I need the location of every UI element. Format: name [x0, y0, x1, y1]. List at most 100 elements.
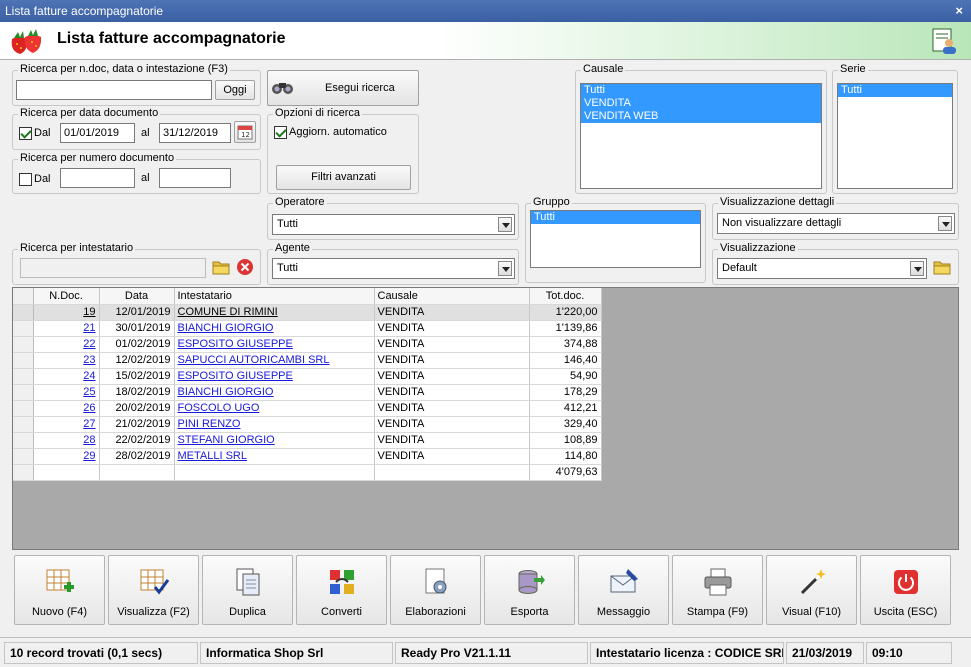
ndoc-link[interactable]: 22 — [83, 338, 95, 350]
cell-ndoc[interactable]: 27 — [33, 416, 100, 433]
toolbar-button[interactable]: Nuovo (F4) — [14, 555, 105, 625]
toolbar-button[interactable]: Esporta — [484, 555, 575, 625]
table-row[interactable]: 25 18/02/2019 BIANCHI GIORGIO VENDITA 178,29 — [13, 384, 602, 401]
intestatario-link[interactable]: ESPOSITO GIUSEPPE — [178, 338, 293, 350]
toolbar-button[interactable]: Messaggio — [578, 555, 669, 625]
table-row[interactable]: 21 30/01/2019 BIANCHI GIORGIO VENDITA 1'139,… — [13, 320, 602, 337]
chevron-down-icon[interactable] — [498, 261, 512, 276]
ndoc-link[interactable]: 29 — [83, 450, 95, 462]
close-icon[interactable]: × — [955, 0, 963, 22]
gruppo-listbox[interactable]: Tutti — [530, 210, 701, 268]
table-row[interactable]: 22 01/02/2019 ESPOSITO GIUSEPPE VENDITA 374,… — [13, 336, 602, 353]
ndoc-link[interactable]: 25 — [83, 386, 95, 398]
intestatario-link[interactable]: BIANCHI GIORGIO — [178, 322, 274, 334]
ndoc-link[interactable]: 23 — [83, 354, 95, 366]
column-header-data[interactable]: Data — [99, 288, 175, 305]
cell-intestatario[interactable]: SAPUCCI AUTORICAMBI SRL — [174, 352, 375, 369]
cell-intestatario[interactable]: BIANCHI GIORGIO — [174, 320, 375, 337]
causale-item[interactable]: VENDITA WEB — [581, 110, 821, 123]
column-header-intestatario[interactable]: Intestatario — [174, 288, 375, 305]
ndoc-link[interactable]: 21 — [83, 322, 95, 334]
folder-icon[interactable] — [932, 257, 952, 277]
ndoc-link[interactable]: 27 — [83, 418, 95, 430]
toolbar-button[interactable]: Elaborazioni — [390, 555, 481, 625]
row-header[interactable] — [13, 352, 34, 369]
intestatario-input[interactable] — [20, 258, 206, 278]
agente-select[interactable]: Tutti — [272, 258, 515, 279]
cell-intestatario[interactable]: COMUNE DI RIMINI — [174, 304, 375, 321]
causale-listbox[interactable]: Tutti VENDITA VENDITA WEB — [580, 83, 822, 189]
intestatario-link[interactable]: SAPUCCI AUTORICAMBI SRL — [178, 354, 330, 366]
cell-intestatario[interactable]: FOSCOLO UGO — [174, 400, 375, 417]
operatore-select[interactable]: Tutti — [272, 214, 515, 235]
column-header-ndoc[interactable]: N.Doc. — [33, 288, 100, 305]
table-row[interactable]: 28 22/02/2019 STEFANI GIORGIO VENDITA 108,89 — [13, 432, 602, 449]
number-from-checkbox[interactable] — [19, 173, 32, 186]
row-header[interactable] — [13, 304, 34, 321]
calendar-button[interactable]: 12 — [234, 121, 256, 143]
toolbar-button[interactable]: Converti — [296, 555, 387, 625]
dettagli-select[interactable]: Non visualizzare dettagli — [717, 213, 955, 234]
intestatario-link[interactable]: PINI RENZO — [178, 418, 241, 430]
ndoc-link[interactable]: 26 — [83, 402, 95, 414]
serie-listbox[interactable]: Tutti — [837, 83, 953, 189]
cell-ndoc[interactable]: 28 — [33, 432, 100, 449]
ndoc-link[interactable]: 19 — [83, 306, 95, 318]
toolbar-button[interactable]: Uscita (ESC) — [860, 555, 951, 625]
toolbar-button[interactable]: Visual (F10) — [766, 555, 857, 625]
row-header[interactable] — [13, 400, 34, 417]
cell-intestatario[interactable]: ESPOSITO GIUSEPPE — [174, 368, 375, 385]
row-header[interactable] — [13, 320, 34, 337]
clear-icon[interactable] — [235, 257, 255, 277]
date-from-checkbox[interactable] — [19, 127, 32, 140]
cell-ndoc[interactable]: 25 — [33, 384, 100, 401]
cell-ndoc[interactable]: 22 — [33, 336, 100, 353]
row-header[interactable] — [13, 432, 34, 449]
table-row[interactable]: 19 12/01/2019 COMUNE DI RIMINI VENDITA 1'220… — [13, 304, 602, 321]
cell-intestatario[interactable]: METALLI SRL — [174, 448, 375, 465]
number-from-input[interactable] — [60, 168, 135, 188]
toolbar-button[interactable]: Visualizza (F2) — [108, 555, 199, 625]
documents-grid[interactable]: N.Doc. Data Intestatario Causale Tot.doc… — [12, 287, 959, 550]
intestatario-link[interactable]: STEFANI GIORGIO — [178, 434, 275, 446]
intestatario-link[interactable]: COMUNE DI RIMINI — [178, 306, 278, 318]
ndoc-link[interactable]: 28 — [83, 434, 95, 446]
cell-ndoc[interactable]: 24 — [33, 368, 100, 385]
table-row[interactable]: 26 20/02/2019 FOSCOLO UGO VENDITA 412,21 — [13, 400, 602, 417]
causale-item[interactable]: Tutti — [581, 84, 821, 97]
visualizzazione-select[interactable]: Default — [717, 258, 927, 279]
ndoc-link[interactable]: 24 — [83, 370, 95, 382]
table-row[interactable]: 29 28/02/2019 METALLI SRL VENDITA 114,80 — [13, 448, 602, 465]
intestatario-link[interactable]: FOSCOLO UGO — [178, 402, 260, 414]
chevron-down-icon[interactable] — [938, 216, 952, 231]
column-header-totale[interactable]: Tot.doc. — [529, 288, 602, 305]
table-row[interactable]: 23 12/02/2019 SAPUCCI AUTORICAMBI SRL VENDI… — [13, 352, 602, 369]
row-header[interactable] — [13, 416, 34, 433]
intestatario-link[interactable]: METALLI SRL — [178, 450, 248, 462]
cell-intestatario[interactable]: BIANCHI GIORGIO — [174, 384, 375, 401]
column-header-causale[interactable]: Causale — [374, 288, 530, 305]
intestatario-link[interactable]: BIANCHI GIORGIO — [178, 386, 274, 398]
cell-intestatario[interactable]: ESPOSITO GIUSEPPE — [174, 336, 375, 353]
toolbar-button[interactable]: Stampa (F9) — [672, 555, 763, 625]
number-to-input[interactable] — [159, 168, 231, 188]
cell-intestatario[interactable]: PINI RENZO — [174, 416, 375, 433]
search-input[interactable] — [16, 80, 212, 100]
date-to-input[interactable]: 31/12/2019 — [159, 123, 231, 143]
row-header[interactable] — [13, 448, 34, 465]
user-list-icon[interactable] — [931, 27, 959, 55]
table-row[interactable]: 27 21/02/2019 PINI RENZO VENDITA 329,40 — [13, 416, 602, 433]
row-header[interactable] — [13, 384, 34, 401]
cell-intestatario[interactable]: STEFANI GIORGIO — [174, 432, 375, 449]
cell-ndoc[interactable]: 19 — [33, 304, 100, 321]
today-button[interactable]: Oggi — [215, 80, 255, 100]
auto-update-checkbox[interactable] — [274, 126, 287, 139]
chevron-down-icon[interactable] — [498, 217, 512, 232]
row-header[interactable] — [13, 336, 34, 353]
intestatario-link[interactable]: ESPOSITO GIUSEPPE — [178, 370, 293, 382]
table-row[interactable]: 24 15/02/2019 ESPOSITO GIUSEPPE VENDITA 54,9… — [13, 368, 602, 385]
date-from-input[interactable]: 01/01/2019 — [60, 123, 135, 143]
cell-ndoc[interactable]: 29 — [33, 448, 100, 465]
search-button[interactable]: Esegui ricerca — [267, 70, 419, 106]
gruppo-item[interactable]: Tutti — [531, 211, 700, 224]
